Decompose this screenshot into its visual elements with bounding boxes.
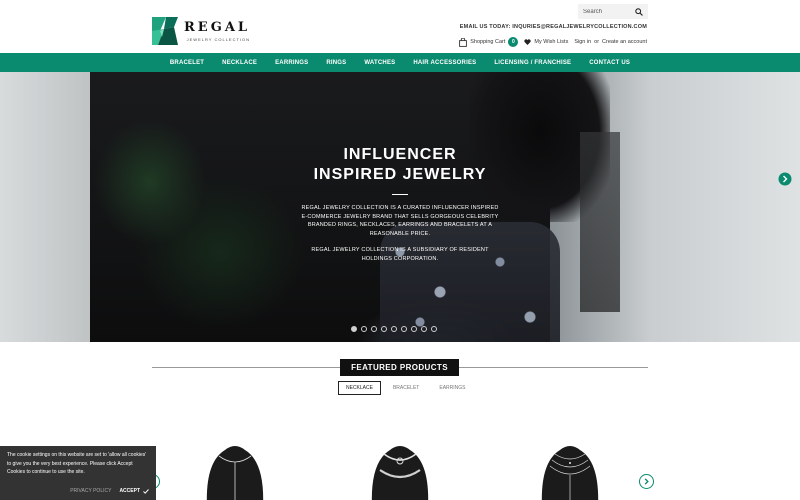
nav-item-licensing-franchise[interactable]: Licensing / Franchise [494, 60, 571, 66]
shopping-bag-icon [459, 37, 468, 47]
nav-item-rings[interactable]: Rings [326, 60, 346, 66]
product-card[interactable] [350, 432, 450, 500]
slider-dots [351, 326, 437, 332]
product-card[interactable] [520, 432, 620, 500]
heart-icon [524, 39, 532, 45]
hero-subsidiary-note: REGAL JEWELRY COLLECTION IS A SUBSIDIARY… [311, 247, 489, 262]
logo-name: REGAL [184, 19, 251, 35]
slider-dot[interactable] [401, 326, 407, 332]
accept-cookies-button[interactable]: ACCEPT [119, 488, 149, 494]
product-image-necklace-lariat [206, 446, 264, 500]
logo[interactable]: REGAL JEWELRY COLLECTION [152, 17, 250, 45]
wishlist-label: My Wish Lists [534, 39, 569, 45]
checkmark-icon [143, 488, 149, 494]
main-nav: Bracelet Necklace Earrings Rings Watches… [0, 53, 800, 72]
tab-earrings[interactable]: EARRINGS [431, 381, 473, 395]
cart-count-badge: 0 [508, 37, 519, 47]
hero-model-bag [580, 132, 620, 312]
slider-dot[interactable] [421, 326, 427, 332]
chevron-right-icon [644, 478, 649, 485]
accept-cookies-label: ACCEPT [119, 488, 140, 494]
chevron-right-icon[interactable] [778, 172, 792, 186]
sign-in-link[interactable]: Sign in [574, 39, 591, 45]
site-header: REGAL JEWELRY COLLECTION EMAIL US TODAY:… [0, 0, 800, 53]
nav-item-necklace[interactable]: Necklace [222, 60, 257, 66]
logo-mark-icon [152, 17, 178, 45]
cookie-message: The cookie settings on this website are … [7, 452, 147, 475]
shopping-cart-link[interactable]: Shopping Cart 0 [459, 37, 519, 47]
shopping-cart-label: Shopping Cart [470, 39, 506, 45]
nav-item-bracelet[interactable]: Bracelet [170, 60, 204, 66]
search-input[interactable] [583, 8, 635, 15]
product-card[interactable] [185, 432, 285, 500]
cookie-actions: PRIVACY POLICY ACCEPT [70, 488, 149, 494]
product-carousel [160, 420, 640, 500]
product-image-necklace-choker [371, 446, 429, 500]
or-separator: or [594, 39, 600, 45]
slider-dot[interactable] [371, 326, 377, 332]
logo-tagline: JEWELRY COLLECTION [186, 36, 251, 42]
nav-item-watches[interactable]: Watches [364, 60, 395, 66]
tab-necklace[interactable]: NECKLACE [338, 381, 381, 395]
create-account-link[interactable]: Create an account [602, 39, 647, 45]
slider-dot[interactable] [351, 326, 357, 332]
hero-divider [392, 194, 408, 195]
hero-description: REGAL JEWELRY COLLECTION IS A CURATED IN… [301, 205, 499, 237]
hero-content: INFLUENCER INSPIRED JEWELRY REGAL JEWELR… [300, 145, 500, 263]
hero-title-line1: INFLUENCER [343, 146, 457, 163]
featured-products-title: FEATURED PRODUCTS [340, 359, 459, 376]
featured-tabs: NECKLACE BRACELET EARRINGS [338, 381, 473, 395]
slider-dot[interactable] [391, 326, 397, 332]
slider-dot[interactable] [411, 326, 417, 332]
slider-dot[interactable] [361, 326, 367, 332]
hero-banner: INFLUENCER INSPIRED JEWELRY REGAL JEWELR… [0, 72, 800, 342]
logo-text: REGAL JEWELRY COLLECTION [184, 19, 251, 42]
account-links: Sign in or Create an account [574, 39, 647, 45]
slider-dot[interactable] [381, 326, 387, 332]
cookie-banner: The cookie settings on this website are … [0, 446, 156, 500]
search-box [578, 4, 648, 19]
tab-bracelet[interactable]: BRACELET [385, 381, 427, 395]
hero-title-line2: INSPIRED JEWELRY [313, 166, 487, 183]
nav-item-contact-us[interactable]: Contact Us [589, 60, 630, 66]
slider-dot[interactable] [431, 326, 437, 332]
page: REGAL JEWELRY COLLECTION EMAIL US TODAY:… [0, 0, 800, 500]
nav-item-hair-accessories[interactable]: Hair Accessories [413, 60, 476, 66]
search-icon[interactable] [635, 7, 643, 16]
hero-title: INFLUENCER INSPIRED JEWELRY [300, 145, 500, 185]
contact-email: EMAIL US TODAY: INQURIES@REGALJEWELRYCOL… [459, 24, 647, 30]
privacy-policy-link[interactable]: PRIVACY POLICY [70, 488, 111, 494]
header-utilities: Shopping Cart 0 My Wish Lists Sign in or… [459, 37, 647, 47]
product-image-necklace-layered [541, 446, 599, 500]
hero-background-left [0, 72, 90, 342]
carousel-next-button[interactable] [639, 474, 654, 489]
wishlist-link[interactable]: My Wish Lists [524, 39, 568, 45]
nav-item-earrings[interactable]: Earrings [275, 60, 308, 66]
